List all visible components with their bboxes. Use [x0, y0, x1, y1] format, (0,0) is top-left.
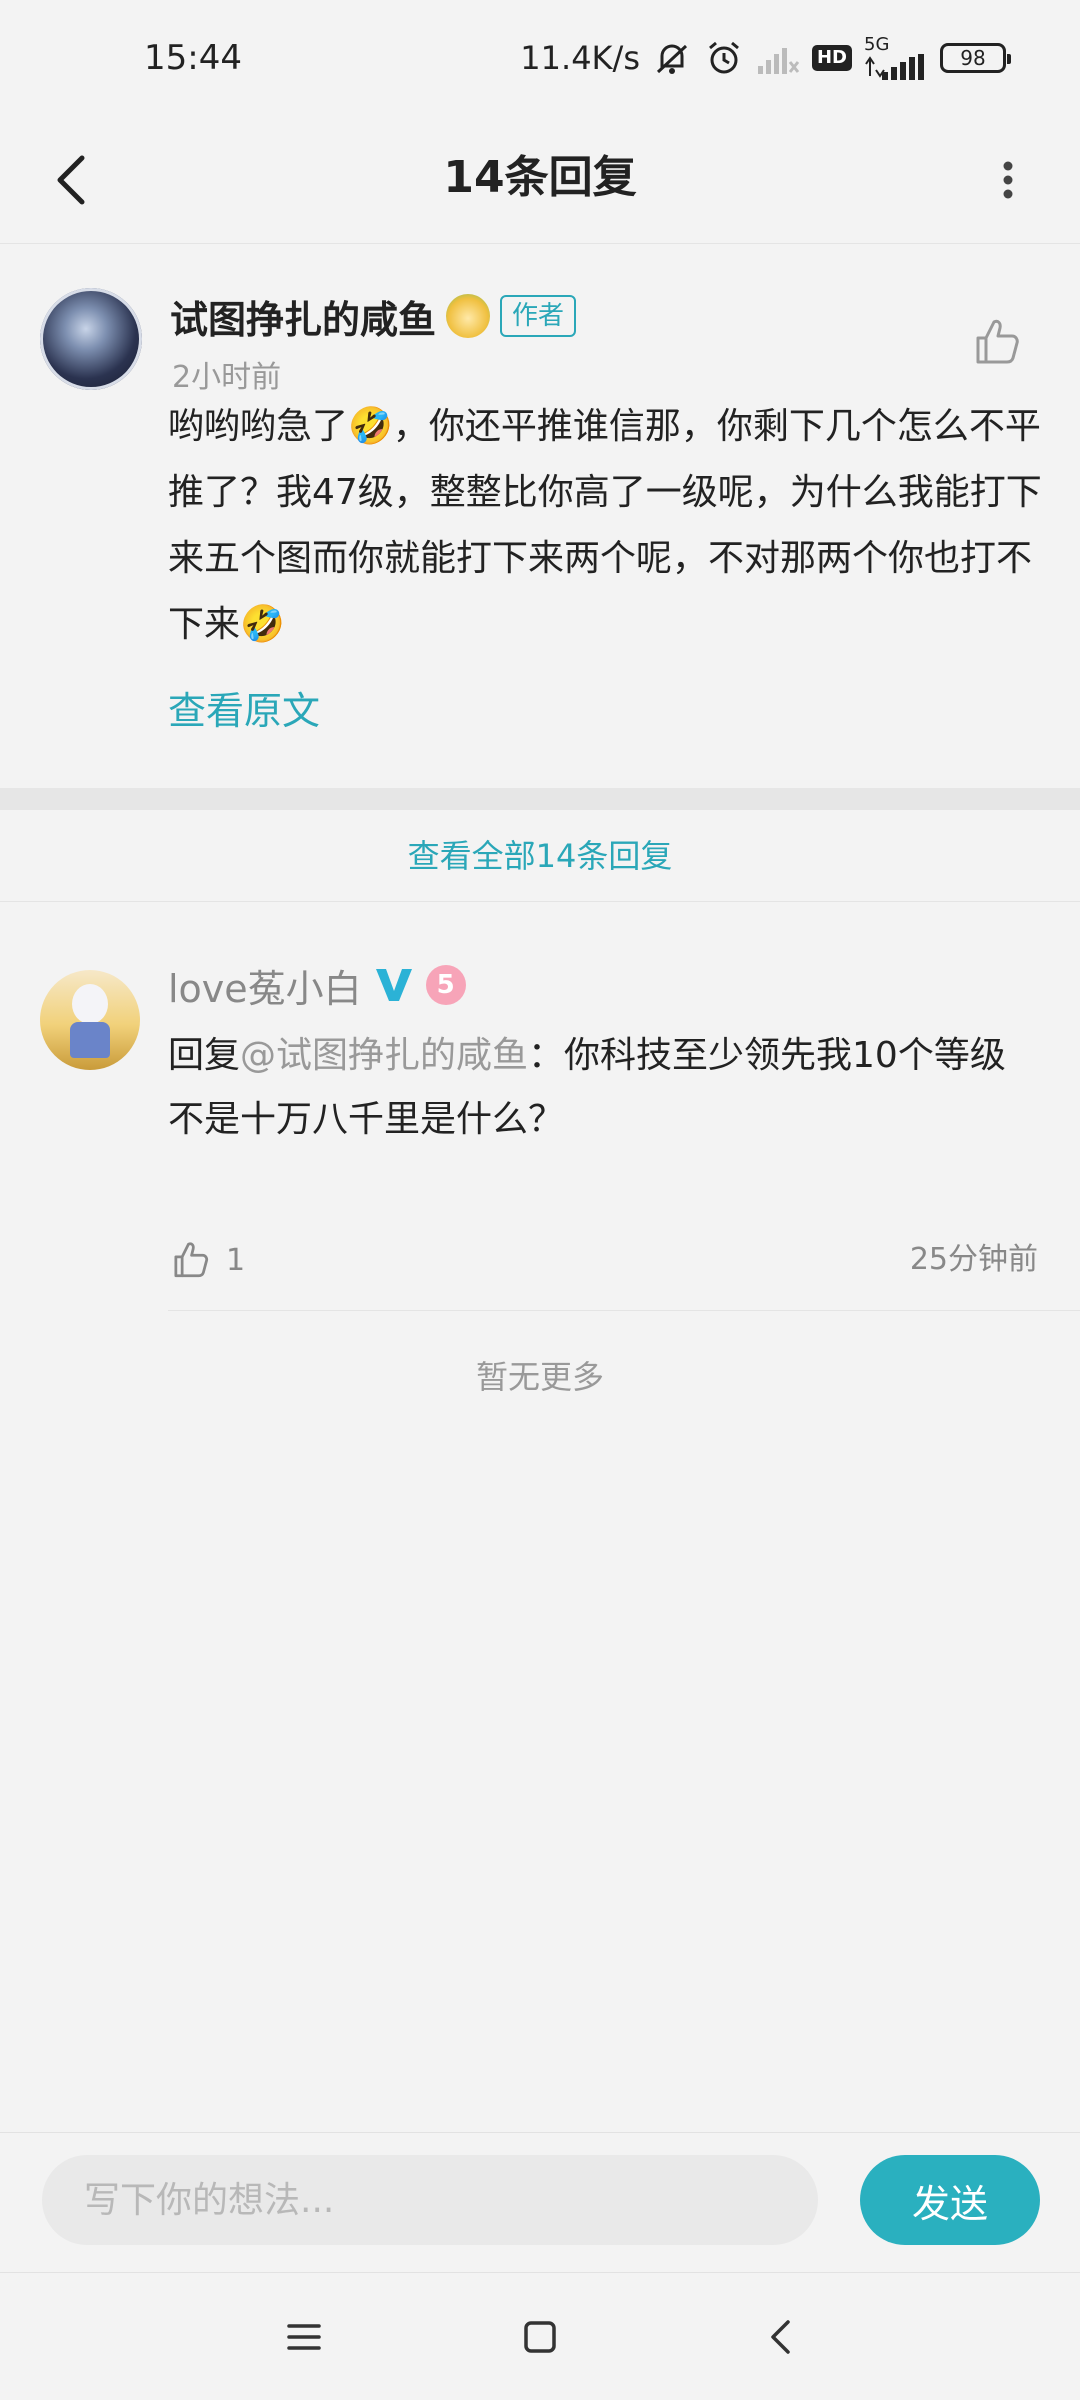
author-avatar[interactable] — [40, 288, 142, 390]
reply-like-button[interactable]: 1 — [168, 1238, 245, 1282]
signal-5g-icon: 5G — [864, 36, 928, 80]
nav-home-button[interactable] — [506, 2303, 574, 2371]
vip-v-icon — [375, 969, 412, 1001]
more-options-button[interactable] — [972, 144, 1044, 216]
status-time: 15:44 — [144, 38, 242, 78]
reply-text-line2: 不是十万八千里是什么？ — [168, 1099, 565, 1140]
status-bar: 15:44 11.4K/s HD 5G 98 — [0, 0, 1080, 120]
send-button[interactable]: 发送 — [860, 2155, 1040, 2245]
square-home-icon — [524, 2321, 556, 2353]
battery-icon: 98 — [940, 43, 1011, 73]
nav-back-button[interactable] — [746, 2303, 814, 2371]
nav-menu-button[interactable] — [270, 2303, 338, 2371]
comment-input[interactable] — [42, 2155, 818, 2245]
comment-time: 2小时前 — [172, 360, 282, 395]
reply-user-avatar[interactable] — [40, 970, 140, 1070]
menu-icon — [287, 2324, 321, 2350]
level-badge: 5 — [425, 965, 466, 1005]
reply-separator — [168, 1310, 1080, 1311]
mention-link[interactable]: @试图挣扎的咸鱼 — [240, 1035, 528, 1076]
reply-time: 25分钟前 — [909, 1242, 1038, 1277]
no-more-text: 暂无更多 — [475, 1358, 604, 1396]
view-all-replies-link[interactable]: 查看全部14条回复 — [0, 810, 1080, 902]
back-triangle-icon — [771, 2320, 790, 2354]
section-divider — [0, 788, 1080, 810]
net-speed: 11.4K/s — [520, 39, 640, 77]
reply-detail-screen: 15:44 11.4K/s HD 5G 98 14条回复 试图挣扎的咸鱼 作者 … — [0, 0, 1080, 2400]
thumbs-up-icon — [976, 319, 1019, 364]
decoration-badge-icon — [446, 294, 491, 338]
hd-icon: HD — [811, 45, 852, 71]
like-button[interactable] — [968, 314, 1024, 370]
reply-text-line1: ：你科技至少领先我10个等级 — [528, 1035, 1006, 1076]
reply-user-row: love菟小白 5 — [168, 952, 466, 1018]
author-tag: 作者 — [500, 295, 577, 337]
comment-text: 哟哟哟急了🤣，你还平推谁信那，你剩下几个怎么不平推了？我47级，整整比你高了一级… — [168, 406, 1042, 645]
top-app-bar: 14条回复 — [0, 120, 1080, 244]
reply-text: 回复@试图挣扎的咸鱼：你科技至少领先我10个等级 不是十万八千里是什么？ — [168, 1024, 1048, 1152]
reply-like-count: 1 — [226, 1242, 246, 1278]
alarm-icon — [704, 38, 744, 78]
reply-item: love菟小白 5 回复@试图挣扎的咸鱼：你科技至少领先我10个等级 不是十万八… — [0, 902, 1080, 1312]
mute-bell-icon — [652, 38, 692, 78]
view-original-link[interactable]: 查看原文 — [168, 680, 320, 735]
system-nav-bar — [0, 2272, 1080, 2400]
author-row: 试图挣扎的咸鱼 作者 — [170, 284, 577, 348]
reply-prefix: 回复 — [168, 1035, 241, 1076]
more-vertical-icon — [1003, 161, 1013, 199]
status-icons: 11.4K/s HD 5G 98 — [520, 36, 1011, 80]
network-type-label: 5G — [864, 34, 890, 55]
page-title: 14条回复 — [443, 152, 637, 203]
author-name[interactable]: 试图挣扎的咸鱼 — [170, 289, 436, 344]
thumbs-up-icon — [174, 1242, 209, 1278]
signal-weak-icon — [756, 40, 800, 76]
reply-user-name[interactable]: love菟小白 — [168, 958, 362, 1013]
main-comment: 试图挣扎的咸鱼 作者 2小时前 哟哟哟急了🤣，你还平推谁信那，你剩下几个怎么不平… — [0, 244, 1080, 788]
comment-input-bar: 发送 — [0, 2132, 1080, 2272]
battery-level: 98 — [960, 46, 986, 70]
